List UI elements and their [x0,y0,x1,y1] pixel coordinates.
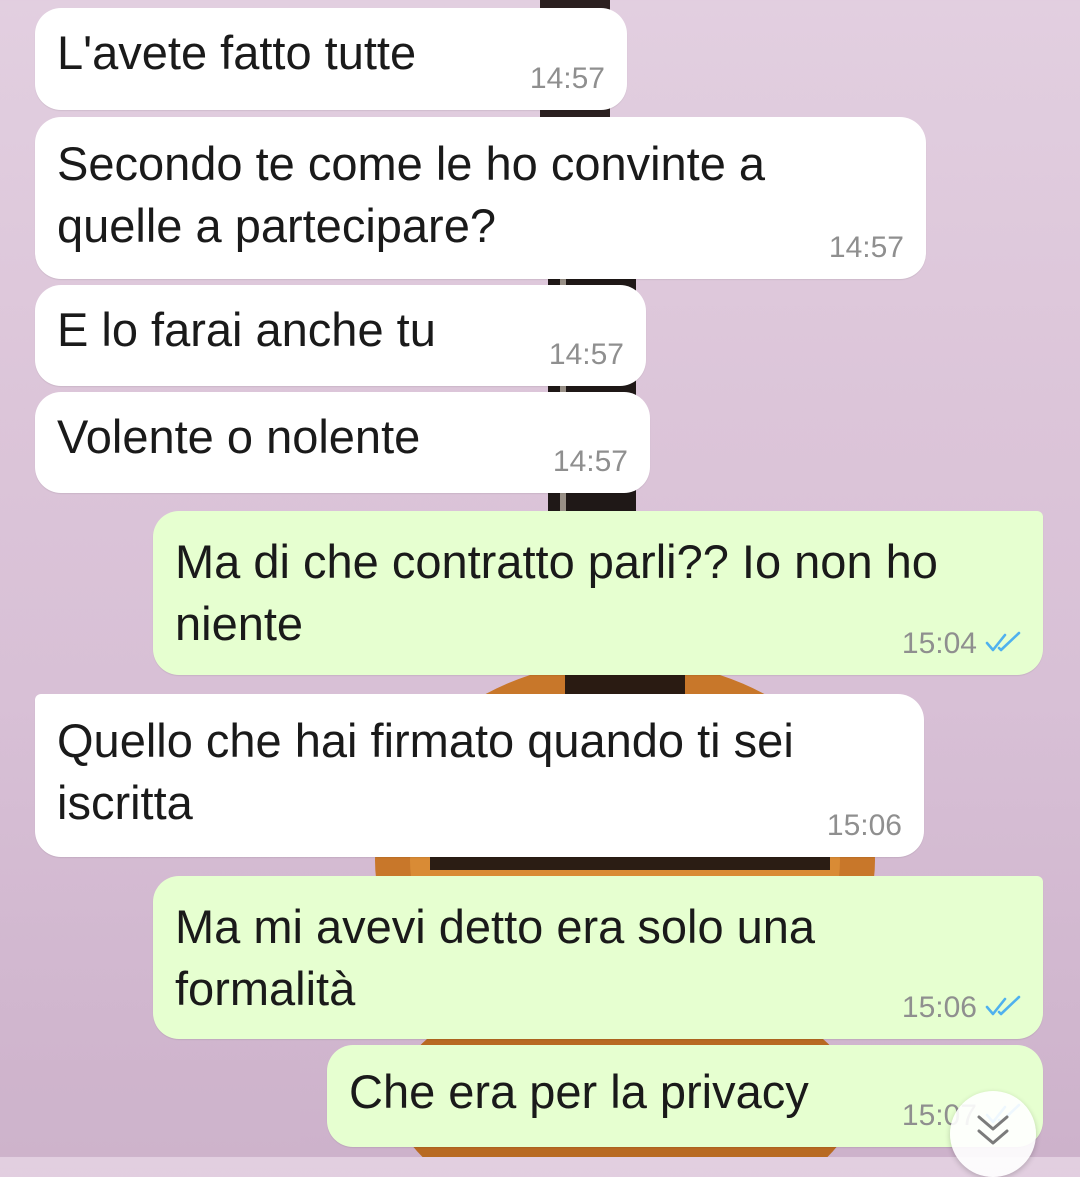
message-text: L'avete fatto tutte [57,26,417,79]
scroll-to-bottom-button[interactable] [950,1091,1036,1177]
message-text: Volente o nolente [57,410,421,463]
message-time: 14:57 [529,62,605,95]
message-time: 15:04 [901,627,977,660]
message-bubble-outgoing[interactable]: Ma mi avevi detto era solo una formalità… [153,876,1043,1039]
message-time: 14:57 [828,231,904,264]
message-bubble-outgoing[interactable]: Ma di che contratto parli?? Io non ho ni… [153,511,1043,675]
message-text: Secondo te come le ho convinte a quelle … [57,137,766,252]
message-bubble-incoming[interactable]: E lo farai anche tu 14:57 [35,285,646,386]
message-text: Quello che hai firmato quando ti sei isc… [57,714,794,829]
message-time: 15:06 [901,991,977,1024]
message-text: Ma mi avevi detto era solo una formalità [175,900,816,1015]
message-bubble-outgoing[interactable]: Che era per la privacy 15:07 [327,1045,1043,1147]
message-time: 14:57 [548,338,624,371]
double-chevron-down-icon [977,1115,1009,1145]
message-bubble-incoming[interactable]: Quello che hai firmato quando ti sei isc… [35,694,924,857]
message-bubble-incoming[interactable]: Volente o nolente 14:57 [35,392,650,493]
double-check-icon [985,631,1021,652]
message-text: Ma di che contratto parli?? Io non ho ni… [175,535,938,650]
message-time: 15:06 [826,809,902,842]
message-text: E lo farai anche tu [57,303,436,356]
double-check-icon [985,995,1021,1016]
message-bubble-incoming[interactable]: Secondo te come le ho convinte a quelle … [35,117,926,279]
message-text: Che era per la privacy [349,1065,809,1118]
message-bubble-incoming[interactable]: L'avete fatto tutte 14:57 [35,8,627,110]
message-time: 14:57 [552,445,628,478]
